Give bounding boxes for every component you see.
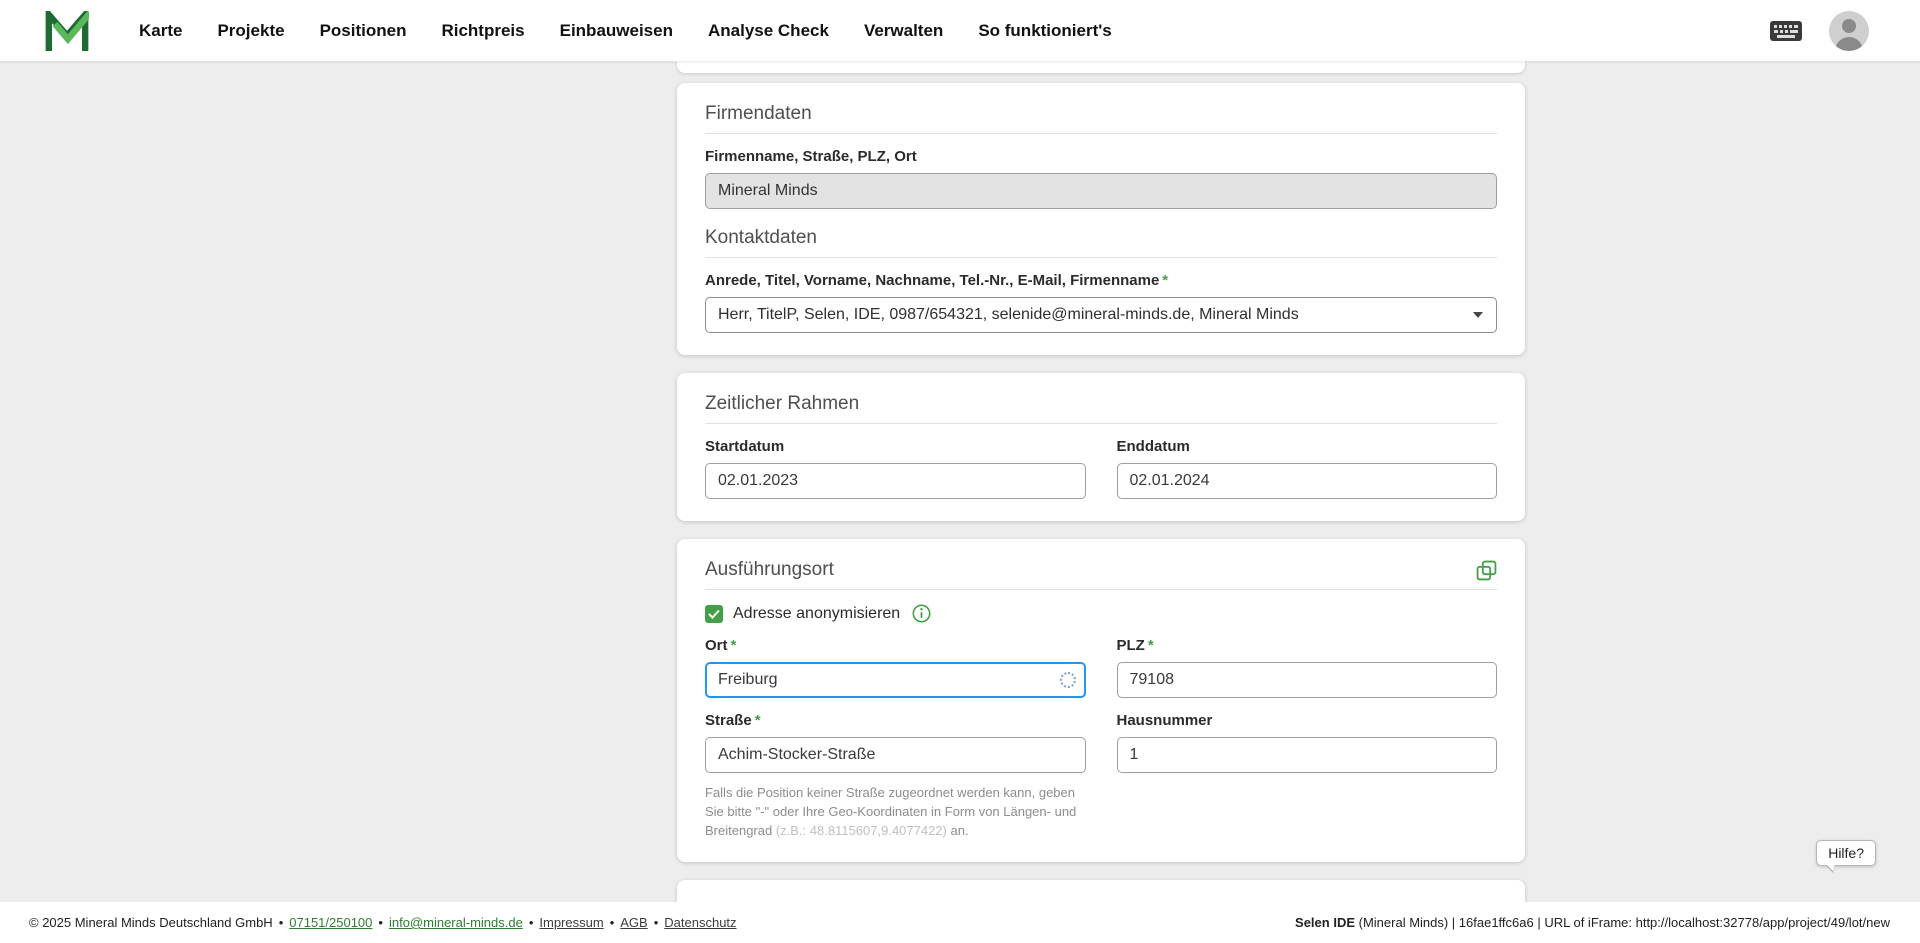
footer-app-details: (Mineral Minds) | 16fae1ffc6a6 | URL of …: [1359, 915, 1890, 930]
logo-icon: [45, 11, 89, 51]
plz-label-text: PLZ: [1117, 637, 1145, 654]
firmenname-input[interactable]: [705, 173, 1497, 209]
nav-item-analyse-check[interactable]: Analyse Check: [708, 21, 829, 41]
next-card-partial: [677, 880, 1525, 902]
strasse-label: Straße*: [705, 712, 1086, 729]
check-icon: [708, 609, 720, 619]
page-footer: © 2025 Mineral Minds Deutschland GmbH • …: [0, 902, 1920, 943]
previous-card-partial: [677, 61, 1525, 73]
firmenname-label: Firmenname, Straße, PLZ, Ort: [705, 148, 1497, 165]
ort-label: Ort*: [705, 637, 1086, 654]
hausnummer-input[interactable]: [1117, 737, 1498, 773]
footer-separator: •: [529, 915, 534, 930]
hausnummer-label: Hausnummer: [1117, 712, 1498, 729]
strasse-label-text: Straße: [705, 712, 752, 729]
ort-label-text: Ort: [705, 637, 728, 654]
firmendaten-title: Firmendaten: [705, 103, 1497, 125]
nav-item-verwalten[interactable]: Verwalten: [864, 21, 943, 41]
footer-separator: •: [654, 915, 659, 930]
nav-item-richtpreis[interactable]: Richtpreis: [441, 21, 524, 41]
keyboard-icon[interactable]: [1769, 20, 1803, 42]
firmenname-label-text: Firmenname, Straße, PLZ, Ort: [705, 148, 917, 165]
top-navbar: Karte Projekte Positionen Richtpreis Ein…: [0, 0, 1920, 61]
footer-email-link[interactable]: info@mineral-minds.de: [389, 915, 523, 930]
footer-left: © 2025 Mineral Minds Deutschland GmbH • …: [29, 915, 737, 930]
spinner-icon: [1060, 672, 1076, 688]
divider: [705, 257, 1497, 258]
nav-right-actions: [1769, 11, 1869, 51]
footer-app-name: Selen IDE: [1295, 915, 1355, 930]
divider: [705, 589, 1497, 590]
hint-suffix: an.: [947, 823, 969, 838]
footer-separator: •: [279, 915, 284, 930]
form-container: Firmendaten Firmenname, Straße, PLZ, Ort…: [677, 61, 1525, 902]
footer-debug-info: Selen IDE (Mineral Minds) | 16fae1ffc6a6…: [1295, 915, 1890, 930]
kontakt-label-text: Anrede, Titel, Vorname, Nachname, Tel.-N…: [705, 272, 1159, 289]
kontakt-selected-value: Herr, TitelP, Selen, IDE, 0987/654321, s…: [718, 306, 1299, 324]
footer-separator: •: [610, 915, 615, 930]
kontakt-label: Anrede, Titel, Vorname, Nachname, Tel.-N…: [705, 272, 1497, 289]
required-marker: *: [755, 712, 761, 729]
help-button[interactable]: Hilfe?: [1816, 840, 1876, 866]
kontakt-select[interactable]: Herr, TitelP, Selen, IDE, 0987/654321, s…: [705, 297, 1497, 333]
strasse-hint: Falls die Position keiner Straße zugeord…: [705, 783, 1086, 840]
required-marker: *: [1148, 637, 1154, 654]
plz-label: PLZ*: [1117, 637, 1498, 654]
ausfuehrungsort-title: Ausführungsort: [705, 559, 834, 581]
nav-item-so-funktionierts[interactable]: So funktioniert's: [978, 21, 1111, 41]
user-avatar-icon[interactable]: [1829, 11, 1869, 51]
anonymize-label: Adresse anonymisieren: [733, 605, 900, 623]
footer-impressum-link[interactable]: Impressum: [539, 915, 603, 930]
hint-coordinates-example: (z.B.: 48.8115607,9.4077422): [776, 823, 947, 838]
nav-item-positionen[interactable]: Positionen: [320, 21, 407, 41]
chevron-down-icon: [1473, 312, 1483, 318]
divider: [705, 133, 1497, 134]
plz-input[interactable]: [1117, 662, 1498, 698]
anonymize-checkbox[interactable]: [705, 605, 723, 623]
required-marker: *: [1162, 272, 1168, 289]
main-nav: Karte Projekte Positionen Richtpreis Ein…: [139, 21, 1112, 41]
ausfuehrungsort-card: Ausführungsort Adresse anonymisieren: [677, 539, 1525, 862]
footer-datenschutz-link[interactable]: Datenschutz: [664, 915, 736, 930]
startdatum-input[interactable]: [705, 463, 1086, 499]
footer-separator: •: [378, 915, 383, 930]
startdatum-label: Startdatum: [705, 438, 1086, 455]
mineral-minds-logo[interactable]: [45, 11, 89, 51]
enddatum-input[interactable]: [1117, 463, 1498, 499]
required-marker: *: [731, 637, 737, 654]
zeitlicher-rahmen-title: Zeitlicher Rahmen: [705, 393, 1497, 415]
firmendaten-card: Firmendaten Firmenname, Straße, PLZ, Ort…: [677, 83, 1525, 355]
ort-input[interactable]: [705, 662, 1086, 698]
zeitlicher-rahmen-card: Zeitlicher Rahmen Startdatum Enddatum: [677, 373, 1525, 521]
nav-item-projekte[interactable]: Projekte: [217, 21, 284, 41]
copy-icon[interactable]: [1476, 560, 1497, 581]
info-icon[interactable]: [912, 604, 931, 623]
nav-item-einbauweisen[interactable]: Einbauweisen: [560, 21, 673, 41]
nav-item-karte[interactable]: Karte: [139, 21, 182, 41]
strasse-input[interactable]: [705, 737, 1086, 773]
footer-agb-link[interactable]: AGB: [620, 915, 647, 930]
enddatum-label: Enddatum: [1117, 438, 1498, 455]
footer-copyright: © 2025 Mineral Minds Deutschland GmbH: [29, 915, 273, 930]
kontaktdaten-title: Kontaktdaten: [705, 227, 1497, 249]
footer-phone-link[interactable]: 07151/250100: [289, 915, 372, 930]
main-content: Firmendaten Firmenname, Straße, PLZ, Ort…: [0, 61, 1920, 902]
